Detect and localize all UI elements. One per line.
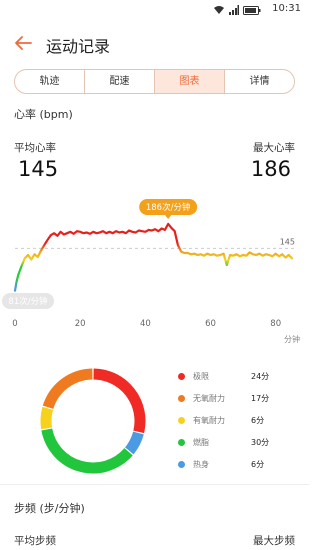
legend-item-aerobic: 有氧耐力 6分 xyxy=(176,414,296,428)
page-title: 运动记录 xyxy=(46,37,111,56)
heart-rate-section-title: 心率 (bpm) xyxy=(14,108,73,121)
status-time: 10:31 xyxy=(272,3,301,14)
back-arrow-icon xyxy=(15,36,32,50)
x-axis-unit-label: 分钟 xyxy=(284,334,300,344)
legend-item-fat-burn: 燃脂 30分 xyxy=(176,436,296,450)
legend-label: 有氧耐力 xyxy=(193,416,225,425)
tab-charts[interactable]: 图表 xyxy=(155,70,225,93)
tab-bar: 轨迹 配速 图表 详情 xyxy=(14,69,295,94)
x-tick-label: 60 xyxy=(205,319,216,329)
legend-value: 17分 xyxy=(251,394,270,403)
status-bar: 10:31 xyxy=(0,0,309,20)
avg-heart-rate-value: 145 xyxy=(18,157,59,181)
anaerobic-zone-segment xyxy=(42,368,93,410)
avg-cadence-label: 平均步频 xyxy=(14,535,56,547)
legend-item-limit: 极限 24分 xyxy=(176,370,296,384)
x-tick-label: 20 xyxy=(75,319,86,329)
fat-burn-zone-swatch xyxy=(178,439,185,446)
min-heart-rate-badge-text: 81次/分钟 xyxy=(8,296,47,307)
x-tick-label: 0 xyxy=(12,319,17,329)
tab-details[interactable]: 详情 xyxy=(225,70,294,93)
warm-up-zone-swatch xyxy=(178,461,185,468)
legend-label: 无氧耐力 xyxy=(193,394,225,403)
battery-icon xyxy=(243,5,261,15)
max-heart-rate-label: 最大心率 xyxy=(253,142,295,154)
x-tick-label: 40 xyxy=(140,319,151,329)
limit-zone-segment xyxy=(93,368,146,434)
avg-heart-rate-label: 平均心率 xyxy=(14,142,56,154)
legend-value: 6分 xyxy=(251,460,265,469)
max-heart-rate-value: 186 xyxy=(250,157,291,181)
warm-up-zone-segment xyxy=(124,431,144,455)
anaerobic-zone-swatch xyxy=(178,395,185,402)
legend-item-warm-up: 热身 6分 xyxy=(176,458,296,472)
tab-track[interactable]: 轨迹 xyxy=(15,70,85,93)
average-heart-rate-line-label: 145 xyxy=(280,237,295,246)
max-cadence-label: 最大步频 xyxy=(253,535,295,547)
x-tick-label: 80 xyxy=(270,319,281,329)
limit-zone-swatch xyxy=(178,373,185,380)
max-heart-rate-badge: 186次/分钟 xyxy=(139,199,198,219)
legend-item-anaerobic: 无氧耐力 17分 xyxy=(176,392,296,406)
signal-icon xyxy=(229,5,239,15)
min-heart-rate-badge: 81次/分钟 xyxy=(2,293,54,309)
chart-x-axis: 0 20 40 60 80 xyxy=(12,319,281,329)
wifi-icon xyxy=(214,6,224,14)
legend-label: 燃脂 xyxy=(193,438,209,447)
heart-rate-zone-donut-chart xyxy=(40,368,146,474)
max-heart-rate-badge-text: 186次/分钟 xyxy=(146,202,191,213)
tab-pace[interactable]: 配速 xyxy=(85,70,155,93)
legend-label: 极限 xyxy=(193,372,209,381)
legend-value: 6分 xyxy=(251,416,265,425)
status-icons xyxy=(213,3,261,17)
heart-rate-chart: 0 20 40 60 80 145 186次/分钟 81次/分钟 分钟 xyxy=(2,199,300,344)
legend-label: 热身 xyxy=(193,460,209,469)
legend-value: 24分 xyxy=(251,372,270,381)
fat-burn-zone-segment xyxy=(41,428,133,474)
back-button[interactable] xyxy=(10,30,36,56)
aerobic-zone-segment xyxy=(40,406,54,430)
cadence-section-title: 步频 (步/分钟) xyxy=(14,502,85,515)
section-divider xyxy=(0,484,309,485)
heart-rate-series-line xyxy=(13,222,294,292)
app-bar: 运动记录 xyxy=(0,24,309,64)
legend-value: 30分 xyxy=(251,438,270,447)
aerobic-zone-swatch xyxy=(178,417,185,424)
